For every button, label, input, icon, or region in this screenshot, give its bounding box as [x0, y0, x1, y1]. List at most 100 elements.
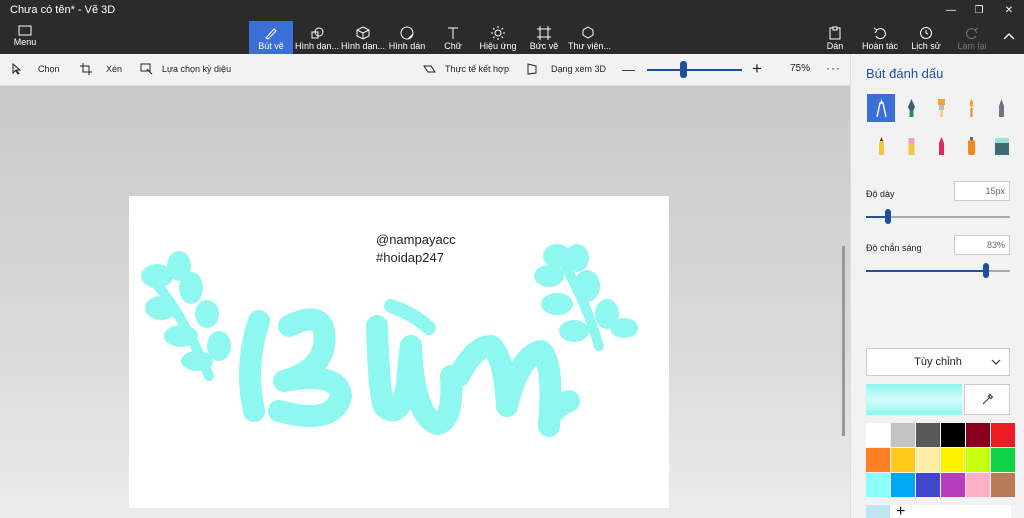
select-button[interactable]: Chọn [12, 63, 60, 75]
fill-bucket-icon [994, 138, 1009, 155]
menu-button[interactable]: Menu [6, 21, 44, 54]
brush-oil-brush[interactable] [927, 94, 955, 122]
zoom-slider-track[interactable] [647, 69, 742, 71]
undo-icon [873, 27, 886, 40]
tool-effects[interactable]: Hiệu ứng [478, 21, 518, 54]
color-swatch[interactable] [916, 448, 940, 472]
opacity-slider-thumb[interactable] [982, 263, 989, 278]
chevron-down-icon [991, 359, 1001, 365]
mixed-reality-button[interactable]: Thực tế kết hợp [423, 63, 509, 75]
thickness-input[interactable]: 15px [954, 181, 1010, 201]
color-swatch[interactable] [916, 473, 940, 497]
brush-fill-bucket[interactable] [987, 132, 1015, 160]
menu-label: Menu [13, 37, 37, 47]
tool-brushes[interactable]: Bút vẽ [249, 21, 293, 54]
color-swatch[interactable] [866, 448, 890, 472]
brush-pencil[interactable] [867, 132, 895, 160]
oil-brush-icon [937, 99, 945, 117]
zoom-out-button[interactable]: — [622, 62, 635, 77]
brush-marker[interactable] [867, 94, 895, 122]
tool-3d-library[interactable]: Thư viện... [568, 21, 611, 54]
3d-view-icon [527, 63, 537, 75]
pixel-pen-icon [998, 99, 1004, 117]
tool-text[interactable]: Chữ [432, 21, 474, 54]
tool-label: Bức vẽ [529, 41, 559, 51]
color-swatch[interactable] [966, 448, 990, 472]
brush-panel: Bút đánh dấu Độ dày 15px Độ chắn sáng 83… [850, 54, 1024, 518]
color-swatch[interactable] [866, 423, 890, 447]
color-swatch[interactable] [891, 423, 915, 447]
eyedropper-button[interactable] [964, 384, 1010, 415]
tool-label: Hoàn tác [861, 41, 899, 51]
color-swatch[interactable] [991, 423, 1015, 447]
color-swatch[interactable] [891, 448, 915, 472]
undo-button[interactable]: Hoàn tác [860, 21, 900, 54]
color-swatch[interactable] [966, 473, 990, 497]
crop-button[interactable]: Xén [80, 63, 122, 75]
custom-color-chip[interactable] [866, 505, 890, 518]
paste-icon [829, 26, 841, 40]
left-leaf-branch [141, 251, 231, 381]
magic-select-button[interactable]: Lựa chọn kỳ diệu [140, 63, 231, 75]
color-swatch[interactable] [916, 423, 940, 447]
tool-label: Hình dạn... [341, 41, 386, 51]
brush-watercolor[interactable] [957, 94, 985, 122]
watercolor-icon [969, 99, 973, 117]
drawing-canvas[interactable]: @nampayacc #hoidap247 [129, 196, 669, 508]
color-swatch[interactable] [866, 473, 890, 497]
tool-canvas[interactable]: Bức vẽ [524, 21, 564, 54]
add-color-button[interactable]: + [896, 503, 905, 518]
color-swatch[interactable] [991, 473, 1015, 497]
brush-spray-can[interactable] [957, 132, 985, 160]
color-mode-dropdown[interactable]: Tùy chỉnh [866, 348, 1010, 376]
tool-label: Hiệu ứng [479, 41, 517, 51]
color-swatch[interactable] [891, 473, 915, 497]
brush-crayon[interactable] [927, 132, 955, 160]
maximize-button[interactable]: ❐ [965, 0, 993, 21]
sun-icon [491, 26, 505, 40]
brush-eraser[interactable] [897, 132, 925, 160]
tool-3d-shapes[interactable]: Hình dạn... [341, 21, 385, 54]
minimize-button[interactable]: — [937, 0, 965, 21]
opacity-input[interactable]: 83% [954, 235, 1010, 255]
tool-label: Bút vẽ [258, 41, 284, 51]
3d-view-button[interactable]: Dạng xem 3D [526, 63, 606, 75]
zoom-percentage: 75% [790, 63, 811, 74]
thickness-slider-thumb[interactable] [884, 209, 891, 224]
crayon-icon [938, 137, 944, 155]
calligraphy-pen-icon [907, 99, 915, 117]
opacity-slider[interactable] [866, 263, 1010, 278]
brush-pixel-pen[interactable] [987, 94, 1015, 122]
tool-label: Làm lại [957, 41, 987, 51]
marker-icon [875, 99, 887, 118]
paste-button[interactable]: Dán [820, 21, 850, 54]
redo-icon [966, 27, 979, 40]
library-icon [582, 26, 594, 39]
color-swatch[interactable] [966, 423, 990, 447]
cursor-icon [12, 63, 22, 75]
command-bar: Menu Bút vẽ Hình dạn... Hình dạn... Hình… [0, 21, 1024, 54]
canvas-icon [537, 26, 551, 40]
zoom-in-button[interactable]: + [752, 59, 762, 79]
tool-2d-shapes[interactable]: Hình dạn... [295, 21, 339, 54]
brush-grid [867, 94, 1017, 160]
vertical-scrollbar[interactable] [842, 246, 845, 436]
collapse-toolbar-button[interactable] [996, 21, 1022, 54]
color-swatch[interactable] [941, 473, 965, 497]
brush-icon [265, 28, 277, 40]
lettering-strokes [239, 299, 580, 437]
thickness-slider[interactable] [866, 209, 1010, 224]
tool-stickers[interactable]: Hình dán [387, 21, 427, 54]
options-bar: Chọn Xén Lựa chọn kỳ diệu Thực tế kết hợ… [0, 54, 850, 86]
close-button[interactable]: ✕ [995, 0, 1023, 21]
zoom-slider-thumb[interactable] [680, 61, 688, 78]
tool-label: Hình dán [388, 41, 426, 51]
mixed-reality-icon [423, 65, 436, 73]
brush-calligraphy-pen[interactable] [897, 94, 925, 122]
redo-button[interactable]: Làm lại [954, 21, 990, 54]
color-swatch[interactable] [991, 448, 1015, 472]
more-options-button[interactable]: ··· [826, 61, 841, 75]
history-button[interactable]: Lịch sử [908, 21, 944, 54]
color-swatch[interactable] [941, 423, 965, 447]
color-swatch[interactable] [941, 448, 965, 472]
